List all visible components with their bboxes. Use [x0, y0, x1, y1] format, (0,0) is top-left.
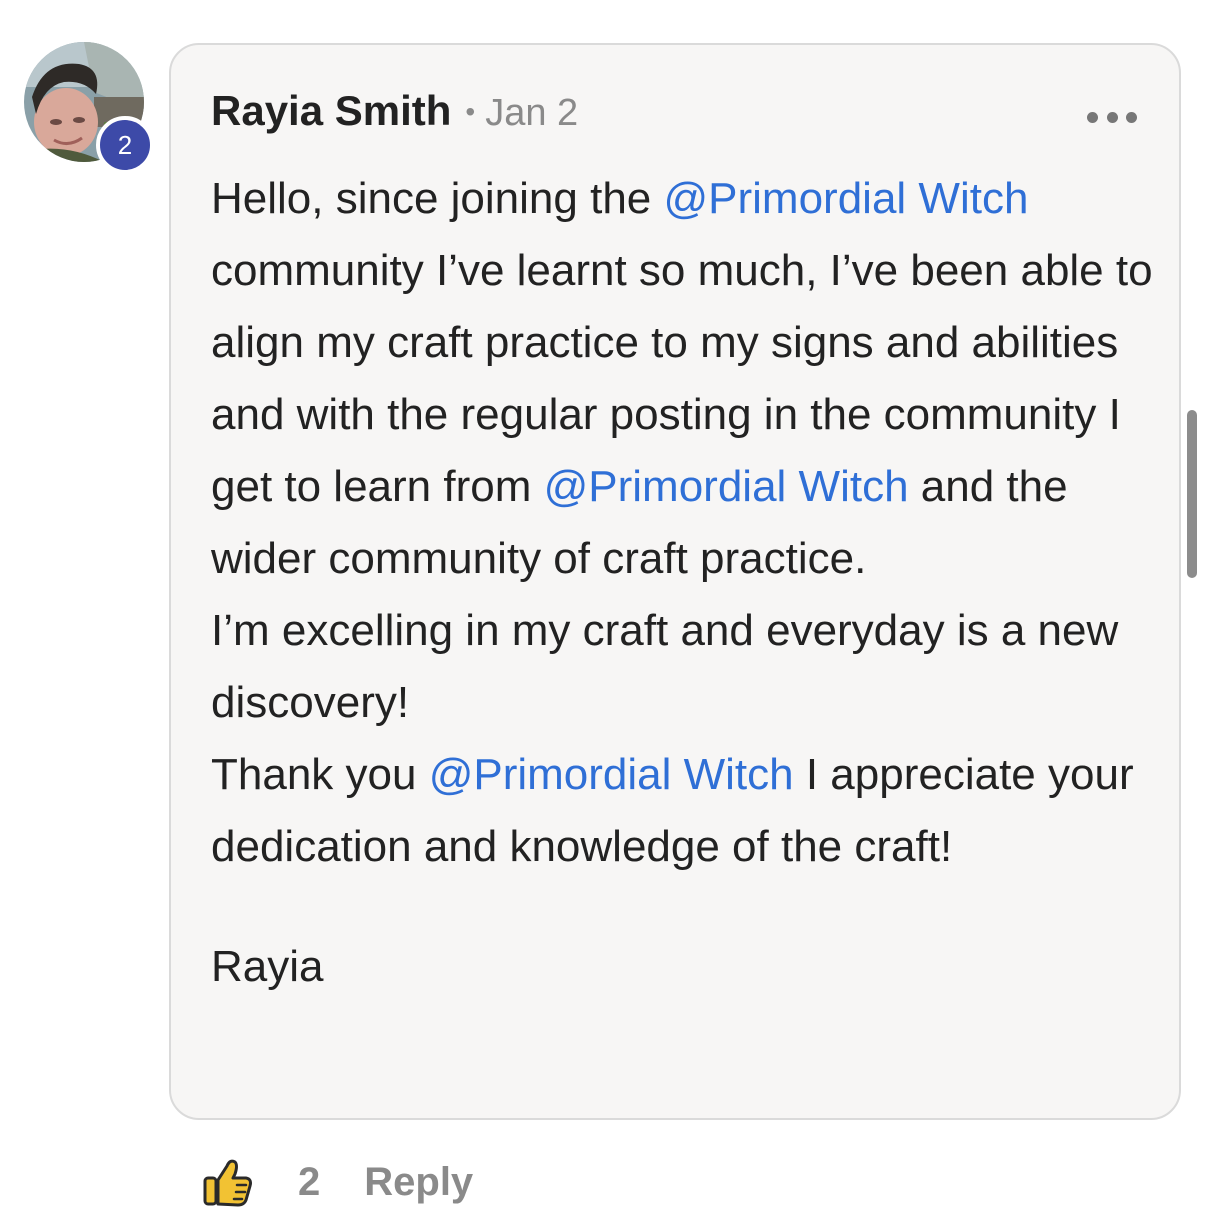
ellipsis-horizontal-icon	[1087, 111, 1098, 123]
mention-link[interactable]: @Primordial Witch	[429, 750, 794, 799]
comment-paragraph: Thank you @Primordial Witch I appreciate…	[211, 739, 1161, 883]
author-avatar[interactable]: 2	[24, 42, 154, 174]
comment-text: Hello, since joining the	[211, 174, 664, 223]
level-badge: 2	[96, 116, 154, 174]
like-button[interactable]	[200, 1154, 256, 1210]
reply-button[interactable]: Reply	[364, 1160, 473, 1205]
comment-card: Rayia Smith • Jan 2 Hello, since joining…	[169, 43, 1181, 1120]
author-name[interactable]: Rayia Smith	[211, 87, 451, 135]
meta-separator: •	[465, 96, 476, 127]
like-count: 2	[298, 1159, 321, 1204]
comment-text: Thank you	[211, 750, 429, 799]
comment-signature: Rayia	[211, 942, 324, 991]
ellipsis-dot	[1106, 111, 1118, 123]
comment-actions: 2 Reply	[200, 1150, 473, 1214]
ellipsis-dot	[1126, 111, 1137, 123]
mention-link[interactable]: @Primordial Witch	[544, 462, 909, 511]
more-options-button[interactable]	[1087, 105, 1137, 129]
comment-paragraph: Hello, since joining the @Primordial Wit…	[211, 163, 1161, 595]
scrollbar-thumb[interactable]	[1187, 410, 1197, 578]
comment-paragraph: I’m excelling in my craft and everyday i…	[211, 606, 1119, 727]
comment-header: Rayia Smith • Jan 2	[211, 87, 578, 143]
mention-link[interactable]: @Primordial Witch	[663, 174, 1028, 223]
thumbs-up-icon	[203, 1159, 252, 1207]
post-date: Jan 2	[485, 92, 579, 134]
comment-body: Hello, since joining the @Primordial Wit…	[211, 163, 1161, 1003]
